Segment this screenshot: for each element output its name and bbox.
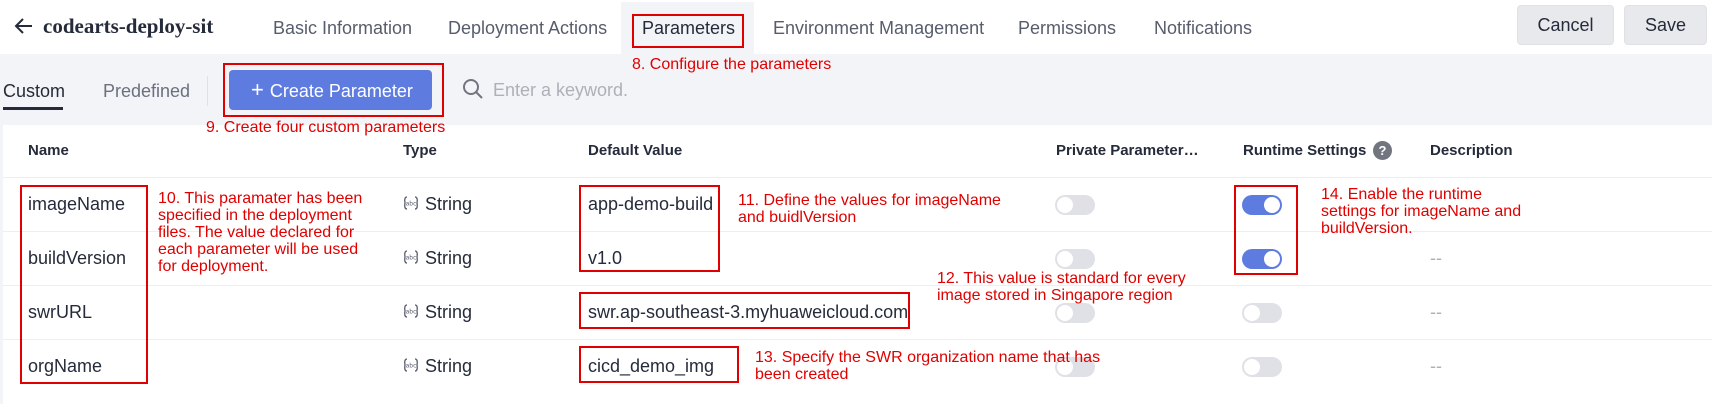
annotation-note-13: 13. Specify the SWR organization name th… [755,349,1101,383]
column-header-description: Description [1430,142,1513,159]
param-description: -- [1430,356,1442,376]
column-header-type: Type [403,142,437,159]
string-type-icon: abc [404,250,418,264]
row-divider [3,285,1712,286]
annotation-box-org-name [579,346,739,383]
param-description: -- [1430,302,1442,322]
param-type: String [425,194,473,214]
annotation-box-runtime-toggles [1234,185,1298,275]
param-type: String [425,248,473,268]
string-type-icon: abc [404,358,418,372]
annotation-box-create-button [223,63,444,117]
search-input[interactable] [493,76,793,104]
param-type: String [425,302,473,322]
string-type-icon: abc [404,196,418,210]
runtime-settings-toggle[interactable] [1242,357,1282,377]
row-divider [3,339,1712,340]
svg-text:abc: abc [406,309,417,316]
annotation-note-11: 11. Define the values for imageName and b… [738,192,1001,226]
subtab-custom[interactable]: Custom [3,81,65,102]
row-divider [3,177,1712,178]
private-parameter-toggle[interactable] [1055,195,1095,215]
private-parameter-toggle[interactable] [1055,249,1095,269]
tab-notifications[interactable]: Notifications [1154,18,1252,39]
subtab-predefined[interactable]: Predefined [103,81,190,102]
annotation-box-swr-url [579,292,910,329]
private-parameter-toggle[interactable] [1055,303,1095,323]
tab-environment-management[interactable]: Environment Management [773,18,984,39]
column-header-name: Name [28,142,69,159]
column-header-default-value: Default Value [588,142,683,159]
save-button[interactable]: Save [1624,5,1707,45]
tab-permissions[interactable]: Permissions [1018,18,1116,39]
annotation-note-14: 14. Enable the runtime settings for image… [1321,186,1522,237]
string-type-icon: abc [404,304,418,318]
annotation-note-8: 8. Configure the parameters [632,56,832,73]
column-header-private-parameter: Private Parameter… [1056,142,1199,159]
cancel-button[interactable]: Cancel [1517,5,1614,45]
tab-basic-information[interactable]: Basic Information [273,18,412,39]
param-type: String [425,356,473,376]
annotation-note-12: 12. This value is standard for every imag… [937,270,1186,304]
svg-text:abc: abc [406,363,417,370]
svg-text:abc: abc [406,255,417,262]
annotation-box-name-column [20,185,148,384]
annotation-note-10: 10. This paramater has been specified in … [158,190,363,275]
annotation-box-default-values [579,185,720,272]
annotation-box-parameters-tab [632,14,744,48]
search-icon [463,79,483,99]
subtab-active-underline [3,107,63,110]
annotation-note-9: 9. Create four custom parameters [206,119,446,136]
svg-text:abc: abc [406,201,417,208]
help-icon[interactable]: ? [1373,141,1392,160]
page-title: codearts-deploy-sit [43,14,214,38]
back-arrow-icon[interactable] [12,14,36,38]
param-description: -- [1430,248,1442,268]
tab-deployment-actions[interactable]: Deployment Actions [448,18,607,39]
runtime-settings-toggle[interactable] [1242,303,1282,323]
subtab-divider [207,76,208,106]
column-header-runtime-settings: Runtime Settings [1243,142,1367,159]
